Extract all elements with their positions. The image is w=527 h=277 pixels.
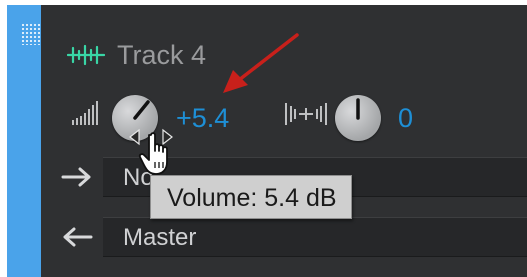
hand-cursor-icon xyxy=(138,132,168,175)
window-margin xyxy=(0,0,7,277)
output-routing-field[interactable]: Master xyxy=(103,217,527,257)
pan-icon xyxy=(285,103,327,125)
arrow-left-icon xyxy=(63,227,93,247)
track-header-screen: Track 4 +5.4 0 No Master Volume: 5.4 dB xyxy=(0,0,527,277)
pan-value[interactable]: 0 xyxy=(398,101,413,135)
volume-tooltip: Volume: 5.4 dB xyxy=(150,175,352,219)
track-name[interactable]: Track 4 xyxy=(117,41,206,69)
pan-knob-pointer xyxy=(356,98,360,120)
track-selection-strip[interactable] xyxy=(7,5,43,277)
volume-value[interactable]: +5.4 xyxy=(176,101,229,135)
grip-dots-icon[interactable] xyxy=(21,23,43,45)
volume-meter-icon xyxy=(72,101,98,125)
track-title-row: Track 4 xyxy=(67,36,206,74)
pan-knob[interactable] xyxy=(335,95,381,141)
audio-waveform-icon xyxy=(67,44,105,66)
red-arrow-icon xyxy=(223,33,299,93)
arrow-right-icon xyxy=(61,167,91,187)
